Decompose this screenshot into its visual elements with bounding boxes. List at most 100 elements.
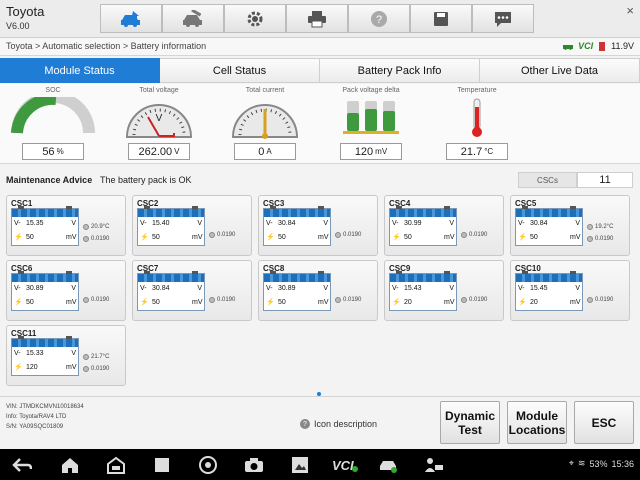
user-car-icon[interactable] xyxy=(424,455,444,475)
voltage-prefix: V- xyxy=(14,285,21,292)
csc-panel[interactable]: CSC3 V- 30.84 V ⚡ 50 mV 0.0190 xyxy=(258,195,378,256)
vehicle-nav-icon[interactable] xyxy=(378,455,398,475)
csc-delta: 50 xyxy=(278,298,286,306)
csc-voltage: 30.99 xyxy=(404,220,422,227)
vci-nav-icon[interactable]: VCI xyxy=(332,455,358,475)
csc-panel[interactable]: CSC2 V- 15.40 V ⚡ 50 mV 0.0190 xyxy=(132,195,252,256)
csc-panel[interactable]: CSC10 V- 15.45 V ⚡ 20 mV 0.0190 xyxy=(510,260,630,321)
battery-percent: 53% xyxy=(589,458,608,469)
csc-voltage-row: V- 30.84 V xyxy=(518,220,580,227)
battery-module-icon: V- 30.89 V ⚡ 50 mV xyxy=(263,271,331,311)
csc-delta-row: ⚡ 50 mV xyxy=(266,298,329,307)
save-button[interactable] xyxy=(410,4,472,33)
csc-panel[interactable]: CSC1 V- 15.35 V ⚡ 50 mV 20.9°C 0.0190 xyxy=(6,195,126,256)
resistance-icon xyxy=(83,297,89,303)
csc-resistance-row: 0.0190 xyxy=(335,297,361,303)
csc-resistance: 0.0190 xyxy=(343,232,362,238)
temperature-sensor-icon xyxy=(83,224,89,230)
lightning-icon: ⚡ xyxy=(14,234,23,241)
csc-resistance-row: 0.0190 xyxy=(83,236,109,242)
csc-panel[interactable]: CSC6 V- 30.89 V ⚡ 50 mV 0.0190 xyxy=(6,260,126,321)
esc-button[interactable]: ESC xyxy=(574,401,634,444)
voltage-prefix: V- xyxy=(518,220,525,227)
csc-delta-row: ⚡ 50 mV xyxy=(14,298,77,307)
service-car-button[interactable] xyxy=(162,4,224,33)
home-car-button[interactable] xyxy=(100,4,162,33)
voltage-unit: V xyxy=(575,220,580,227)
voltage-value-box: 262.00 V xyxy=(128,143,190,160)
screenshot-icon[interactable] xyxy=(290,455,310,475)
current-value-box: 0A xyxy=(234,143,296,160)
browser-icon[interactable] xyxy=(198,455,218,475)
voltage-prefix: V- xyxy=(14,350,21,357)
temperature-title: Temperature xyxy=(457,87,497,94)
back-icon[interactable] xyxy=(12,455,32,475)
temperature-unit: °C xyxy=(484,147,494,156)
csc-temp-row: 21.7°C xyxy=(83,354,109,360)
soc-arc-icon xyxy=(11,97,95,134)
voltage-prefix: V- xyxy=(392,285,399,292)
csc-resistance: 0.0190 xyxy=(91,236,110,242)
mv-unit: mV xyxy=(570,233,581,241)
csc-panel[interactable]: CSC7 V- 30.84 V ⚡ 50 mV 0.0190 xyxy=(132,260,252,321)
voltage-gauge: Total voltage V 262.00 V xyxy=(106,84,212,164)
csc-voltage-row: V- 30.84 V xyxy=(140,285,202,292)
mv-unit: mV xyxy=(444,298,455,306)
soc-value-box: 56% xyxy=(22,143,84,160)
camera-icon[interactable] xyxy=(244,455,264,475)
csc-voltage-row: V- 15.40 V xyxy=(140,220,202,227)
csc-voltage: 15.35 xyxy=(26,220,44,227)
icon-description-link[interactable]: ? Icon description xyxy=(300,419,377,429)
csc-delta: 50 xyxy=(26,298,34,306)
voltage-unit: V xyxy=(323,220,328,227)
svg-text:V: V xyxy=(156,113,163,124)
home-icon[interactable] xyxy=(60,455,80,475)
mv-unit: mV xyxy=(444,233,455,241)
tab-module-status[interactable]: Module Status xyxy=(0,58,160,83)
mv-unit: mV xyxy=(318,298,329,306)
resistance-icon xyxy=(461,232,467,238)
car-home-icon[interactable] xyxy=(106,455,126,475)
csc-voltage-row: V- 30.99 V xyxy=(392,220,454,227)
recent-apps-icon[interactable] xyxy=(152,455,172,475)
csc-delta: 50 xyxy=(404,233,412,241)
csc-resistance-row: 0.0190 xyxy=(335,232,361,238)
csc-panel[interactable]: CSC4 V- 30.99 V ⚡ 50 mV 0.0190 xyxy=(384,195,504,256)
csc-panel[interactable]: CSC9 V- 15.43 V ⚡ 20 mV 0.0190 xyxy=(384,260,504,321)
csc-delta: 50 xyxy=(26,233,34,241)
lightning-icon: ⚡ xyxy=(392,299,401,306)
csc-resistance-row: 0.0190 xyxy=(209,232,235,238)
delta-unit: mV xyxy=(375,147,388,156)
message-icon xyxy=(495,11,511,27)
module-locations-button[interactable]: Module Locations xyxy=(507,401,567,444)
tab-other-live-data[interactable]: Other Live Data xyxy=(480,58,640,83)
csc-voltage: 15.33 xyxy=(26,350,44,357)
csc-panel[interactable]: CSC8 V- 30.89 V ⚡ 50 mV 0.0190 xyxy=(258,260,378,321)
service-car-icon xyxy=(183,9,202,27)
lightning-icon: ⚡ xyxy=(392,234,401,241)
close-icon[interactable]: × xyxy=(626,3,634,18)
csc-resistance-row: 0.0190 xyxy=(209,297,235,303)
tab-cell-status[interactable]: Cell Status xyxy=(160,58,320,83)
connection-status: VCI 11.9V xyxy=(563,41,634,51)
delta-title: Pack voltage delta xyxy=(342,87,400,94)
settings-button[interactable] xyxy=(224,4,286,33)
message-button[interactable] xyxy=(472,4,534,33)
dynamic-test-button[interactable]: Dynamic Test xyxy=(440,401,500,444)
csc-panel[interactable]: CSC11 V- 15.33 V ⚡ 120 mV 21.7°C 0.0190 xyxy=(6,325,126,386)
csc-resistance: 0.0190 xyxy=(91,297,110,303)
help-button[interactable]: ? xyxy=(348,4,410,33)
ammeter-icon xyxy=(231,104,299,139)
current-unit: A xyxy=(266,147,272,156)
soc-unit: % xyxy=(56,147,64,156)
tab-bar: Module Status Cell Status Battery Pack I… xyxy=(0,58,640,83)
toolbar: ? xyxy=(100,4,534,33)
tab-battery-pack-info[interactable]: Battery Pack Info xyxy=(320,58,480,83)
print-button[interactable] xyxy=(286,4,348,33)
thermometer-icon xyxy=(472,98,482,137)
csc-resistance: 0.0190 xyxy=(469,232,488,238)
csc-resistance-row: 0.0190 xyxy=(587,297,613,303)
voltage-prefix: V- xyxy=(266,220,273,227)
csc-panel[interactable]: CSC5 V- 30.84 V ⚡ 50 mV 19.2°C 0.0190 xyxy=(510,195,630,256)
csc-delta: 50 xyxy=(530,233,538,241)
